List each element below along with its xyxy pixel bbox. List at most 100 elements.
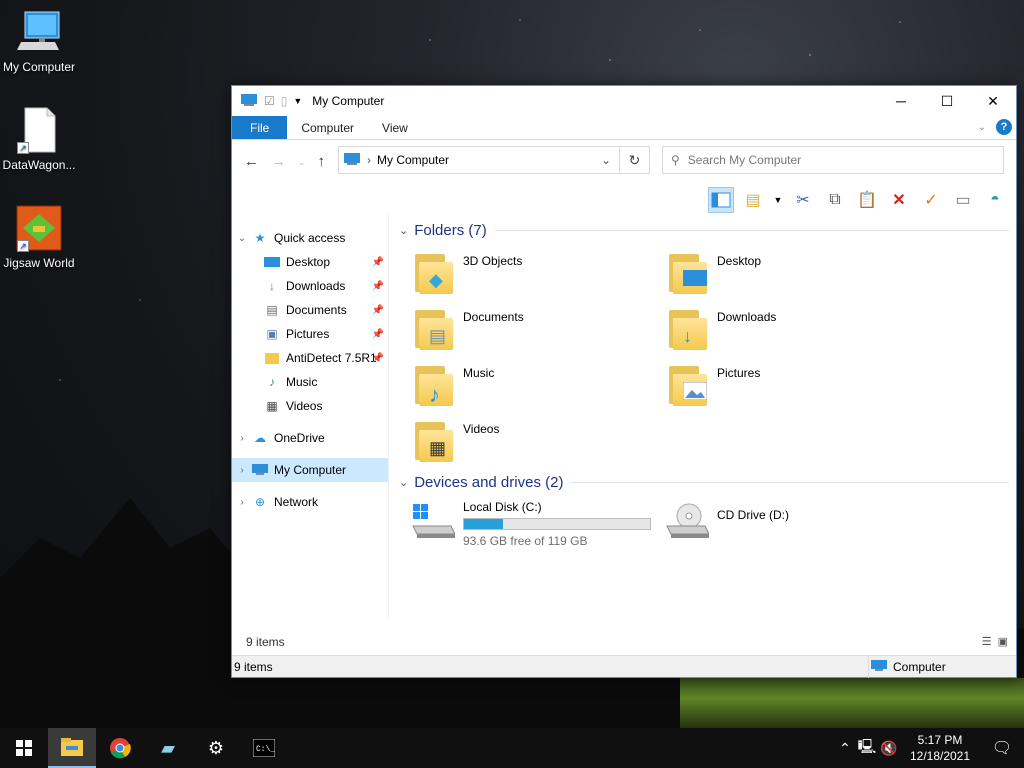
cloud-icon: ☁ — [254, 431, 266, 445]
refresh-button[interactable]: ↻ — [620, 146, 650, 174]
terminal-icon[interactable]: C:\_ — [240, 728, 288, 768]
address-bar[interactable]: › My Computer ⌄ — [338, 146, 620, 174]
folder-3d-objects[interactable]: ◆ 3D Objects — [415, 252, 522, 296]
layout-dropdown-chevron-icon[interactable]: ▼ — [772, 187, 784, 213]
chrome-icon[interactable] — [96, 728, 144, 768]
folder-name: Music — [463, 366, 495, 380]
pin-icon[interactable]: 📌 — [372, 329, 384, 340]
layout-icon[interactable]: ▤ — [740, 187, 766, 213]
rename-check-icon[interactable]: ✓ — [918, 187, 944, 213]
help-icon[interactable]: ? — [996, 119, 1012, 135]
group-header-devices[interactable]: ⌄ Devices and drives (2) — [399, 474, 1009, 491]
pin-icon[interactable]: 📌 — [372, 353, 384, 364]
start-icon[interactable] — [0, 728, 48, 768]
shell-icon[interactable]: ◓ — [982, 187, 1008, 213]
drive-cd-d[interactable]: CD Drive (D:) — [665, 500, 789, 540]
drive-free-space: 93.6 GB free of 119 GB — [463, 534, 588, 548]
volume-muted-icon[interactable]: 🔇 — [878, 740, 900, 757]
drive-usage-bar — [463, 518, 651, 530]
nav-item-music[interactable]: ♪ Music — [232, 370, 388, 394]
expand-chevron-icon[interactable]: ⌄ — [232, 233, 252, 244]
properties-icon[interactable]: ▭ — [950, 187, 976, 213]
folder-music[interactable]: ♪ Music — [415, 364, 494, 408]
expand-chevron-icon[interactable]: › — [232, 465, 252, 476]
breadcrumb-my-computer[interactable]: My Computer — [377, 153, 449, 167]
folder-pictures[interactable]: Pictures — [669, 364, 760, 408]
nav-my-computer[interactable]: › My Computer — [232, 458, 388, 482]
nav-label: Downloads — [286, 279, 346, 293]
desktop-icon-my-computer[interactable]: My Computer — [0, 8, 78, 74]
navigation-pane-icon[interactable] — [708, 187, 734, 213]
pin-icon[interactable]: 📌 — [372, 257, 384, 268]
expand-chevron-icon[interactable]: › — [232, 433, 252, 444]
new-folder-icon[interactable]: ▯ — [281, 94, 288, 108]
properties-icon[interactable]: ☑ — [264, 94, 275, 108]
desktop-icon-jigsaw-world[interactable]: ↗ Jigsaw World — [0, 204, 78, 270]
tab-file[interactable]: File — [232, 116, 288, 139]
forward-arrow-icon[interactable]: → — [271, 153, 286, 170]
details-view-icon[interactable]: ☰ — [982, 635, 992, 648]
collapse-chevron-icon[interactable]: ⌄ — [399, 224, 408, 237]
show-hidden-icons-chevron-icon[interactable]: ⌃ — [834, 740, 856, 757]
network-icon[interactable]: 🖳 — [856, 736, 878, 760]
file-explorer-window: ☑ ▯ ▼ My Computer ─ ☐ ✕ File Computer Vi… — [231, 85, 1017, 678]
app-icon[interactable]: ▰ — [144, 728, 192, 768]
nav-network[interactable]: › ⊕ Network — [232, 490, 388, 514]
nav-item-desktop[interactable]: Desktop 📌 — [232, 250, 388, 274]
nav-item-downloads[interactable]: ↓ Downloads 📌 — [232, 274, 388, 298]
folder-documents[interactable]: ▤ Documents — [415, 308, 524, 352]
nav-item-documents[interactable]: ▤ Documents 📌 — [232, 298, 388, 322]
back-arrow-icon[interactable]: ← — [244, 153, 259, 170]
file-explorer-icon[interactable] — [48, 728, 96, 768]
pin-icon[interactable]: 📌 — [372, 305, 384, 316]
folder-videos[interactable]: ▦ Videos — [415, 420, 499, 464]
tab-view[interactable]: View — [368, 116, 422, 139]
pin-icon[interactable]: 📌 — [372, 281, 384, 292]
close-button[interactable]: ✕ — [970, 86, 1016, 116]
videos-folder-icon: ▦ — [415, 420, 455, 464]
nav-item-videos[interactable]: ▦ Videos — [232, 394, 388, 418]
desktop-folder-icon — [669, 252, 709, 296]
expand-chevron-icon[interactable]: › — [232, 497, 252, 508]
settings-icon[interactable]: ⚙ — [192, 728, 240, 768]
3d-objects-folder-icon: ◆ — [415, 252, 455, 296]
copy-icon[interactable]: ⧉ — [822, 187, 848, 213]
collapse-chevron-icon[interactable]: ⌄ — [399, 476, 408, 489]
delete-icon[interactable]: ✕ — [886, 187, 912, 213]
search-input[interactable]: ⚲ Search My Computer — [662, 146, 1004, 174]
notification-icon[interactable]: 🗨 — [980, 738, 1024, 758]
folder-desktop[interactable]: Desktop — [669, 252, 761, 296]
cut-icon[interactable]: ✂ — [790, 187, 816, 213]
clock[interactable]: 5:17 PM 12/18/2021 — [900, 732, 980, 764]
shortcut-arrow-icon: ↗ — [17, 240, 29, 252]
group-header-folders[interactable]: ⌄ Folders (7) — [399, 222, 1009, 239]
pictures-folder-icon — [669, 364, 709, 408]
recent-locations-chevron-icon[interactable]: ⌄ — [298, 153, 306, 170]
minimize-button[interactable]: ─ — [878, 86, 924, 116]
cd-drive-icon — [665, 500, 710, 540]
folder-downloads[interactable]: ↓ Downloads — [669, 308, 776, 352]
nav-quick-access[interactable]: ⌄ ★ Quick access — [232, 226, 388, 250]
breadcrumb-separator-icon[interactable]: › — [367, 153, 371, 167]
status-location-label: Computer — [893, 660, 946, 674]
nav-item-antidetect[interactable]: AntiDetect 7.5R1 📌 — [232, 346, 388, 370]
status-bar: 9 items Computer — [232, 655, 1016, 678]
maximize-button[interactable]: ☐ — [924, 86, 970, 116]
picture-icon: ▣ — [266, 327, 278, 341]
desktop-icon-datawagon[interactable]: ↗ DataWagon... — [0, 106, 78, 172]
nav-label: My Computer — [274, 463, 347, 477]
nav-onedrive[interactable]: › ☁ OneDrive — [232, 426, 388, 450]
nav-item-pictures[interactable]: ▣ Pictures 📌 — [232, 322, 388, 346]
expand-ribbon-chevron-icon[interactable]: ⌄ — [978, 122, 986, 133]
drive-local-disk-c[interactable]: Local Disk (C:) 93.6 GB free of 119 GB — [411, 500, 651, 548]
nav-label: OneDrive — [274, 431, 325, 445]
large-icons-view-icon[interactable]: ▣ — [998, 635, 1008, 648]
up-arrow-icon[interactable]: ↑ — [318, 153, 326, 170]
customize-quick-access-chevron-icon[interactable]: ▼ — [293, 96, 302, 106]
search-icon: ⚲ — [671, 153, 680, 167]
document-shortcut-icon: ↗ — [15, 106, 63, 154]
tab-computer[interactable]: Computer — [287, 116, 368, 139]
address-dropdown-chevron-icon[interactable]: ⌄ — [601, 153, 611, 167]
clock-date: 12/18/2021 — [909, 749, 971, 763]
paste-icon[interactable]: 📋 — [854, 187, 880, 213]
